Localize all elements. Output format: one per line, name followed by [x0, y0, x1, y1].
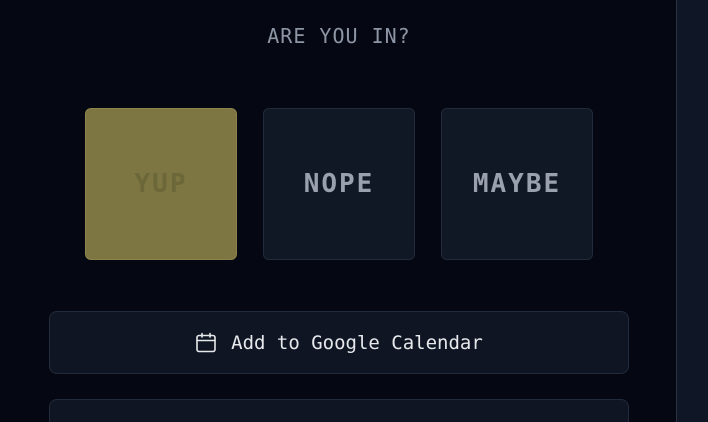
- add-to-calendar-label: Add to Google Calendar: [231, 331, 483, 354]
- rsvp-question: ARE YOU IN?: [267, 24, 411, 48]
- next-card: [49, 399, 629, 422]
- calendar-icon: [195, 332, 217, 354]
- add-to-calendar-button[interactable]: Add to Google Calendar: [49, 311, 629, 374]
- rsvp-yup-button[interactable]: YUP: [85, 108, 237, 260]
- rsvp-maybe-button[interactable]: MAYBE: [441, 108, 593, 260]
- page: ARE YOU IN? YUP NOPE MAYBE Add to Google…: [0, 0, 708, 422]
- rsvp-nope-button[interactable]: NOPE: [263, 108, 415, 260]
- right-side-panel: [676, 0, 708, 422]
